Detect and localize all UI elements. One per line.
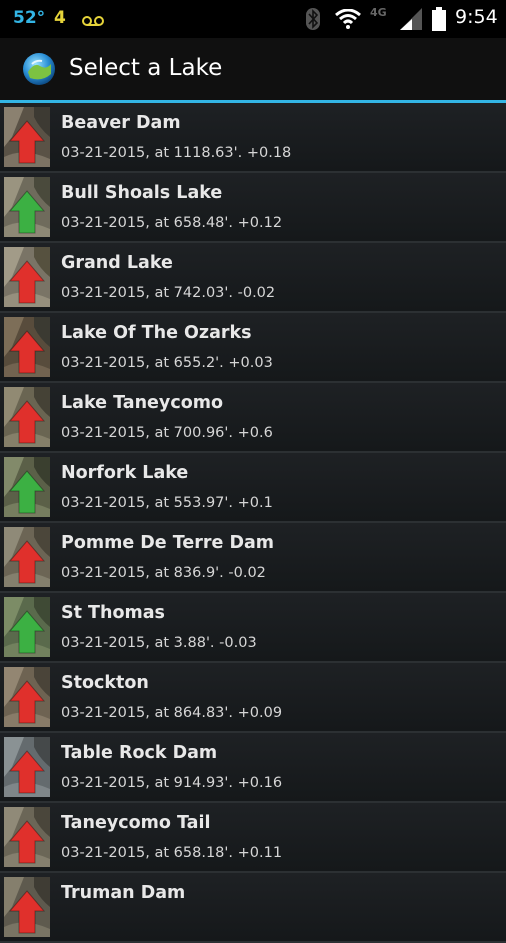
- trend-down-arrow-icon: [4, 597, 50, 657]
- lake-list-item[interactable]: Beaver Dam 03-21-2015, at 1118.63'. +0.18: [0, 103, 506, 173]
- lake-level-detail: 03-21-2015, at 836.9'. -0.02: [61, 565, 266, 581]
- lake-name: Taneycomo Tail: [61, 813, 211, 833]
- lake-level-detail: 03-21-2015, at 742.03'. -0.02: [61, 285, 276, 301]
- lake-list-item[interactable]: Grand Lake 03-21-2015, at 742.03'. -0.02: [0, 243, 506, 313]
- page-title: Select a Lake: [69, 55, 223, 81]
- lake-list-item[interactable]: Table Rock Dam 03-21-2015, at 914.93'. +0…: [0, 733, 506, 803]
- lake-name: Truman Dam: [61, 883, 186, 903]
- status-bar: 52° 4 4G 9:54: [0, 0, 506, 38]
- lake-level-detail: 03-21-2015, at 658.48'. +0.12: [61, 215, 283, 231]
- lake-list-item[interactable]: Taneycomo Tail 03-21-2015, at 658.18'. +0…: [0, 803, 506, 873]
- battery-icon: [432, 7, 446, 35]
- signal-icon: [398, 8, 424, 34]
- trend-up-arrow-icon: [4, 107, 50, 167]
- lake-name: Norfork Lake: [61, 463, 189, 483]
- lake-level-detail: 03-21-2015, at 658.18'. +0.11: [61, 845, 283, 861]
- trend-up-arrow-icon: [4, 317, 50, 377]
- lake-level-detail: 03-21-2015, at 864.83'. +0.09: [61, 705, 283, 721]
- lake-level-detail: 03-21-2015, at 700.96'. +0.6: [61, 425, 273, 441]
- lake-name: Lake Of The Ozarks: [61, 323, 252, 343]
- lake-list-item[interactable]: Pomme De Terre Dam 03-21-2015, at 836.9'.…: [0, 523, 506, 593]
- lake-name: St Thomas: [61, 603, 165, 623]
- lake-list-item[interactable]: Truman Dam: [0, 873, 506, 943]
- lake-name: Grand Lake: [61, 253, 173, 273]
- app-logo-icon[interactable]: [22, 52, 56, 86]
- trend-up-arrow-icon: [4, 737, 50, 797]
- trend-up-arrow-icon: [4, 247, 50, 307]
- trend-up-arrow-icon: [4, 807, 50, 867]
- lake-level-detail: 03-21-2015, at 655.2'. +0.03: [61, 355, 273, 371]
- lake-level-detail: 03-21-2015, at 1118.63'. +0.18: [61, 145, 292, 161]
- lake-list-item[interactable]: Bull Shoals Lake 03-21-2015, at 658.48'. …: [0, 173, 506, 243]
- notification-count: 4: [54, 8, 66, 28]
- voicemail-icon: [82, 12, 104, 31]
- lake-list-item[interactable]: St Thomas 03-21-2015, at 3.88'. -0.03: [0, 593, 506, 663]
- lake-name: Lake Taneycomo: [61, 393, 223, 413]
- trend-up-arrow-icon: [4, 527, 50, 587]
- lake-list: Beaver Dam 03-21-2015, at 1118.63'. +0.18…: [0, 103, 506, 943]
- trend-up-arrow-icon: [4, 877, 50, 937]
- lake-list-item[interactable]: Stockton 03-21-2015, at 864.83'. +0.09: [0, 663, 506, 733]
- lake-level-detail: 03-21-2015, at 553.97'. +0.1: [61, 495, 273, 511]
- lake-name: Beaver Dam: [61, 113, 181, 133]
- bluetooth-icon: [305, 7, 321, 35]
- trend-down-arrow-icon: [4, 457, 50, 517]
- lake-name: Bull Shoals Lake: [61, 183, 223, 203]
- clock: 9:54: [455, 6, 498, 28]
- lake-list-item[interactable]: Lake Taneycomo 03-21-2015, at 700.96'. +0…: [0, 383, 506, 453]
- lake-list-item[interactable]: Lake Of The Ozarks 03-21-2015, at 655.2'.…: [0, 313, 506, 383]
- lake-name: Stockton: [61, 673, 149, 693]
- trend-down-arrow-icon: [4, 177, 50, 237]
- lake-list-item[interactable]: Norfork Lake 03-21-2015, at 553.97'. +0.1: [0, 453, 506, 523]
- network-type: 4G: [370, 6, 387, 19]
- trend-up-arrow-icon: [4, 667, 50, 727]
- action-bar: Select a Lake: [0, 38, 506, 100]
- trend-up-arrow-icon: [4, 387, 50, 447]
- wifi-icon: [335, 8, 361, 33]
- lake-name: Table Rock Dam: [61, 743, 218, 763]
- lake-name: Pomme De Terre Dam: [61, 533, 275, 553]
- temperature-indicator: 52°: [13, 8, 46, 28]
- lake-level-detail: 03-21-2015, at 3.88'. -0.03: [61, 635, 257, 651]
- lake-level-detail: 03-21-2015, at 914.93'. +0.16: [61, 775, 283, 791]
